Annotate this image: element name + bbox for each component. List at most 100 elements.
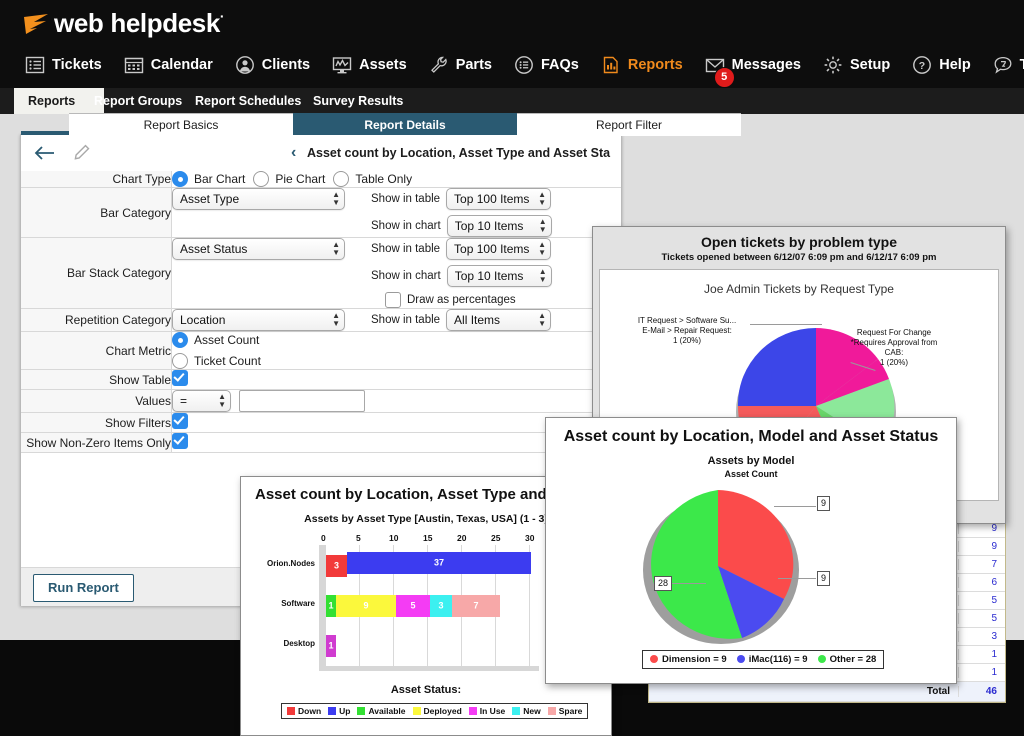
nav-item-parts[interactable]: Parts: [418, 50, 503, 80]
report-details-form: Chart Type Bar Chart Pie Chart Table Onl…: [21, 171, 621, 453]
label-repetition-category: Repetition Category: [21, 308, 172, 332]
nav-item-thwack[interactable]: Thwack: [982, 50, 1024, 80]
chart-title: Assets by Model: [707, 455, 795, 467]
radio-pie-chart[interactable]: Pie Chart: [253, 171, 325, 187]
cat-label-software: Software: [281, 599, 315, 608]
subtab-report-basics[interactable]: Report Basics: [69, 113, 293, 136]
radio-label: Asset Count: [194, 333, 260, 347]
pie-graphic: [634, 486, 804, 646]
bar-segment-up-orion: 37: [347, 552, 531, 574]
pencil-icon[interactable]: [71, 143, 91, 163]
bar-segment-spare-software: 7: [452, 595, 500, 617]
radio-dot: [253, 171, 270, 187]
subtab-report-filter[interactable]: Report Filter: [517, 113, 741, 136]
nav-label: Help: [939, 57, 971, 73]
webhelpdesk-flag-icon: [22, 11, 52, 37]
select-bar-category-chart-count[interactable]: Top 10 Items ▲ ▼: [446, 215, 552, 237]
select-bar-stack-category[interactable]: Asset Status ▲ ▼: [172, 238, 345, 260]
select-value: Top 100 Items: [454, 242, 530, 256]
back-arrow-icon[interactable]: [33, 143, 57, 163]
brand-logo[interactable]: web helpdesk·: [22, 8, 225, 39]
checkbox-show-non-zero[interactable]: [172, 433, 188, 449]
form-row-chart-metric: Chart Metric Asset Count Ticket Count: [21, 331, 621, 370]
form-row-show-non-zero: Show Non-Zero Items Only: [21, 432, 621, 453]
nav-item-messages[interactable]: 5 Messages: [694, 50, 812, 88]
radio-bar-chart[interactable]: Bar Chart: [172, 171, 245, 187]
tab-report-schedules[interactable]: Report Schedules: [181, 88, 315, 114]
select-repetition-category[interactable]: Location ▲ ▼: [172, 309, 345, 331]
select-value: Location: [180, 313, 226, 327]
select-repetition-table-count[interactable]: All Items ▲ ▼: [446, 309, 552, 331]
brand-text: web helpdesk·: [54, 8, 225, 38]
window-title: Asset count by Location, Model and Asset…: [563, 428, 939, 445]
xtick-6: 30: [525, 533, 535, 543]
radio-table-only[interactable]: Table Only: [333, 171, 412, 187]
checkbox-draw-as-percentages[interactable]: Draw as percentages: [385, 292, 552, 308]
nav-label: FAQs: [540, 57, 579, 73]
radio-asset-count[interactable]: Asset Count: [172, 332, 621, 348]
tab-survey-results[interactable]: Survey Results: [299, 88, 417, 114]
select-value: Top 10 Items: [454, 219, 524, 233]
label-bar-category: Bar Category: [21, 187, 172, 238]
chart-subtitle: Asset Count: [724, 469, 778, 479]
select-bar-category[interactable]: Asset Type ▲ ▼: [172, 188, 345, 210]
nav-item-setup[interactable]: Setup: [812, 50, 901, 80]
bar-segment-down-orion: 3: [326, 555, 347, 577]
radio-dot: [172, 171, 188, 187]
select-bar-category-table-count[interactable]: Top 100 Items ▲ ▼: [446, 188, 552, 210]
checkbox-show-filters[interactable]: [172, 413, 188, 429]
legend-item-down: Down: [287, 706, 321, 716]
cat-label-desktop: Desktop: [283, 639, 315, 648]
nav-item-faqs[interactable]: FAQs: [503, 50, 590, 80]
nav-item-calendar[interactable]: Calendar: [113, 50, 224, 80]
nav-item-help[interactable]: ? Help: [901, 50, 981, 80]
select-value: All Items: [454, 313, 501, 327]
stepper-arrows-icon: ▲ ▼: [538, 267, 547, 284]
report-subtabs: Report Basics Report Details Report Filt…: [69, 113, 741, 136]
checkbox-show-table[interactable]: [172, 370, 188, 386]
section-tab-strip: Reports Report Groups Report Schedules S…: [0, 88, 1024, 114]
legend-item-other: Other = 28: [817, 654, 876, 665]
radio-dot: [172, 332, 188, 348]
subtab-report-details[interactable]: Report Details: [293, 113, 517, 136]
nav-item-clients[interactable]: Clients: [224, 50, 321, 80]
select-stack-chart-count[interactable]: Top 10 Items ▲ ▼: [446, 265, 552, 287]
stepper-arrows-icon: ▲ ▼: [332, 311, 340, 328]
legend-swatch: [817, 655, 826, 663]
select-values-operator[interactable]: = ▲ ▼: [172, 390, 231, 412]
calendar-icon: [124, 55, 144, 75]
nav-item-reports[interactable]: Reports: [590, 50, 694, 80]
chevron-left-icon[interactable]: ‹: [291, 144, 296, 162]
checkbox-label: Draw as percentages: [407, 294, 516, 306]
label-bar-stack-category: Bar Stack Category: [21, 237, 172, 309]
select-value: Asset Status: [180, 242, 248, 256]
form-row-bar-stack-category: Bar Stack Category Asset Status ▲ ▼ Show i…: [21, 237, 621, 309]
nav-label: Setup: [849, 57, 891, 73]
radio-dot: [333, 171, 350, 187]
select-value: Asset Type: [180, 192, 240, 206]
bar-chart-legend: Down Up Available Deployed In Use New Sp…: [281, 703, 589, 719]
form-row-bar-category: Bar Category Asset Type ▲ ▼ Show in table T…: [21, 187, 621, 238]
person-icon: [235, 55, 255, 75]
radio-label: Table Only: [355, 172, 413, 186]
legend-title: Asset Status:: [390, 684, 462, 696]
radio-ticket-count[interactable]: Ticket Count: [172, 353, 621, 369]
nav-label: Calendar: [150, 57, 213, 73]
radio-label: Pie Chart: [275, 172, 326, 186]
values-input[interactable]: [239, 390, 365, 412]
nav-item-tickets[interactable]: Tickets: [14, 50, 113, 80]
select-stack-table-count[interactable]: Top 100 Items ▲ ▼: [446, 238, 552, 260]
label-chart-type: Chart Type: [21, 171, 172, 188]
stepper-arrows-icon: ▲ ▼: [538, 190, 547, 207]
legend-item-imac: iMac(116) = 9: [736, 654, 808, 665]
nav-label: Clients: [261, 57, 311, 73]
nav-item-assets[interactable]: Assets: [321, 50, 418, 80]
legend-item-inuse: In Use: [468, 706, 505, 716]
window-asset-count-by-location-model-status[interactable]: Asset count by Location, Model and Asset…: [545, 417, 957, 684]
label-values: Values: [21, 389, 172, 413]
legend-swatch: [547, 707, 556, 715]
tab-report-groups[interactable]: Report Groups: [80, 88, 196, 114]
stepper-arrows-icon: ▲ ▼: [538, 240, 547, 257]
run-report-button[interactable]: Run Report: [33, 574, 134, 602]
stepper-arrows-icon: ▲ ▼: [538, 311, 547, 328]
